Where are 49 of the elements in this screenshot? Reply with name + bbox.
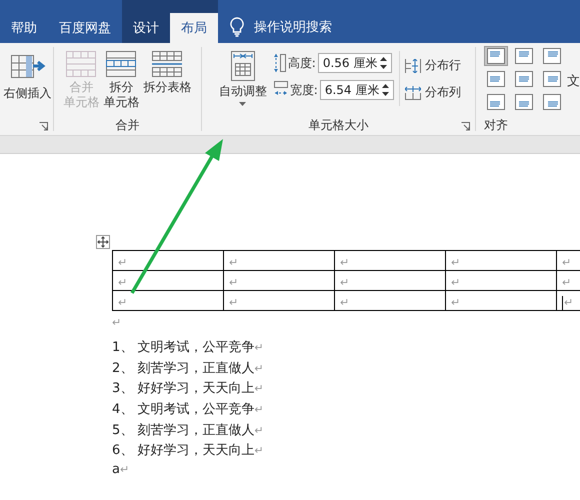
- paragraph-mark: ↵: [254, 444, 264, 458]
- table-cell: ↵: [562, 296, 574, 309]
- list-item: 3、 好好学习，天天向上: [112, 381, 254, 396]
- number-spinner-field[interactable]: 0.56 厘米: [318, 53, 392, 73]
- distribute-button[interactable]: 分布列: [404, 84, 461, 101]
- paragraph-mark: ↵: [112, 316, 122, 329]
- search-prompt[interactable]: 操作说明搜索: [254, 13, 332, 43]
- table-cell: ↵: [451, 276, 460, 289]
- list-item: a: [112, 462, 120, 478]
- table-cell: ↵: [229, 296, 238, 309]
- table-cell: ↵: [118, 276, 128, 289]
- group-label: 对齐: [484, 117, 508, 134]
- list-item: 4、 文明考试，公平竞争: [112, 402, 254, 418]
- table-cell: ↵: [118, 296, 128, 309]
- insert-right-button[interactable]: 右侧插入: [3, 49, 52, 103]
- list-item: 1、 文明考试，公平竞争: [112, 340, 254, 355]
- number-spinner-field[interactable]: 6.54 厘米: [320, 80, 394, 100]
- ribbon-tab[interactable]: 设计: [122, 0, 170, 43]
- group-label: 单元格大小: [308, 117, 368, 134]
- table-cell: ↵: [340, 276, 350, 289]
- table-cell: ↵: [118, 256, 128, 269]
- table-cell: ↵: [340, 256, 350, 269]
- paragraph-mark: ↵: [254, 362, 264, 375]
- list-item: 6、 好好学习，天天向上: [112, 443, 254, 458]
- text-direction-button[interactable]: 文: [567, 72, 580, 90]
- paragraph-mark: ↵: [254, 424, 264, 437]
- table-cell: ↵: [562, 276, 572, 289]
- field-label: 高度:: [288, 54, 316, 72]
- list-item: 2、 刻苦学习，正直做人: [112, 360, 254, 376]
- paragraph-mark: ↵: [254, 382, 264, 396]
- autofit-button[interactable]: 自动调整: [216, 49, 270, 108]
- list-item: 5、 刻苦学习，正直做人: [112, 422, 254, 438]
- paragraph-mark: ↵: [254, 403, 264, 416]
- paragraph-mark: ↵: [254, 341, 264, 354]
- ribbon-button[interactable]: 拆分 单元格: [101, 49, 142, 112]
- table-cell: ↵: [340, 296, 350, 309]
- ribbon-button[interactable]: 拆分表格: [141, 49, 194, 97]
- table-cell: ↵: [451, 256, 460, 269]
- paragraph-mark: ↵: [120, 463, 130, 476]
- ribbon-tab[interactable]: 帮助: [0, 0, 48, 43]
- ribbon-tab[interactable]: 百度网盘: [48, 0, 122, 43]
- field-label: 宽度:: [290, 82, 318, 98]
- table-cell: ↵: [562, 256, 572, 269]
- ribbon-tab[interactable]: 布局: [170, 0, 218, 43]
- group-label: 合并: [115, 117, 140, 134]
- table-cell: ↵: [229, 276, 238, 289]
- table-cell: ↵: [451, 296, 460, 309]
- table-cell: ↵: [229, 256, 238, 269]
- distribute-button[interactable]: 分布行: [404, 57, 461, 74]
